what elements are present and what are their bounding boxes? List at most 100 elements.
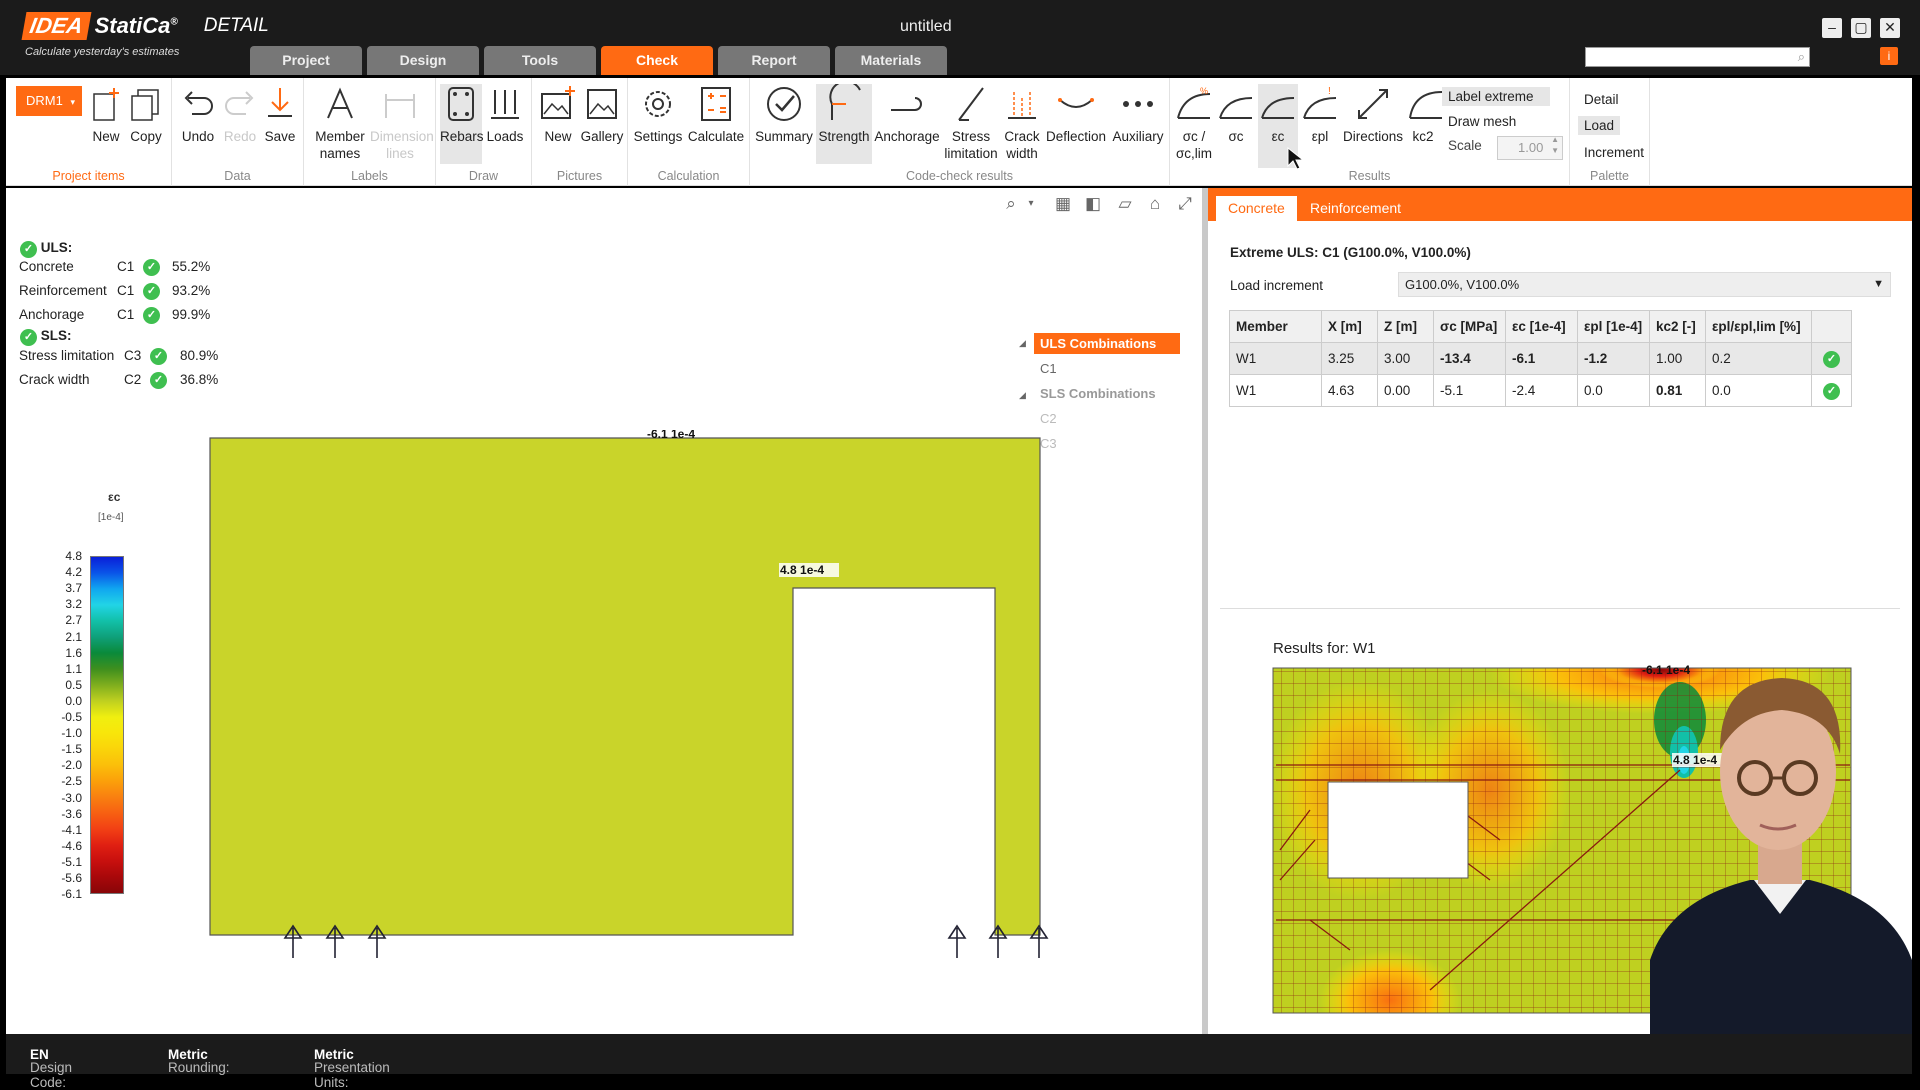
- legend-color-bar: [90, 556, 124, 894]
- col-eps-pl: εpl [1e-4]: [1577, 310, 1650, 343]
- table-row[interactable]: W1 4.63 0.00 -5.1 -2.4 0.0 0.81 0.0 ✓: [1229, 374, 1852, 407]
- group-label-code-check: Code-check results: [906, 169, 1013, 183]
- legend-tick: 0.5: [65, 677, 82, 692]
- maximize-button[interactable]: ▢: [1851, 18, 1871, 38]
- picture-icon: [541, 86, 575, 119]
- fullscreen-icon[interactable]: ⤢: [1174, 193, 1196, 215]
- status-design-code: Design Code: EN: [30, 1047, 73, 1090]
- ok-icon: ✓: [1823, 382, 1840, 400]
- close-button[interactable]: ✕: [1880, 18, 1900, 38]
- new-picture-button[interactable]: New: [538, 84, 578, 145]
- sc-ratio-button[interactable]: % σc / σc,lim: [1174, 84, 1214, 162]
- legend-tick: -2.5: [61, 774, 82, 789]
- crack-width-button[interactable]: Crack width: [1002, 84, 1042, 162]
- sc-ratio-icon: %: [1177, 86, 1211, 119]
- dimension-lines-button[interactable]: Dimension lines: [370, 84, 434, 162]
- tab-reinforcement[interactable]: Reinforcement: [1298, 196, 1413, 221]
- calculate-button[interactable]: Calculate: [686, 84, 746, 145]
- view-solid-icon[interactable]: ◧: [1082, 193, 1104, 215]
- presenter-video: [1650, 660, 1912, 1034]
- load-increment-select[interactable]: G100.0%, V100.0% ▼: [1398, 272, 1891, 297]
- svg-text:!: !: [1328, 86, 1331, 97]
- logo-name: StatiCa®: [94, 13, 178, 38]
- legend-tick: -5.6: [61, 871, 82, 885]
- col-sigma-c: σc [MPa]: [1433, 310, 1506, 343]
- undo-button[interactable]: Undo: [178, 84, 218, 145]
- collapse-icon[interactable]: ◢: [1019, 390, 1026, 401]
- tab-project[interactable]: Project: [250, 46, 362, 75]
- sc-icon: [1219, 97, 1253, 119]
- ok-icon: ✓: [150, 348, 167, 365]
- deflection-button[interactable]: Deflection: [1044, 84, 1108, 145]
- kc2-button[interactable]: kc2: [1406, 84, 1443, 145]
- label-extreme-toggle[interactable]: Label extreme: [1442, 87, 1550, 106]
- member-names-button[interactable]: Member names: [312, 84, 368, 162]
- rebars-icon: [448, 87, 474, 121]
- tab-design[interactable]: Design: [367, 46, 479, 75]
- legend-tick: 1.1: [65, 661, 82, 676]
- auxiliary-button[interactable]: Auxiliary: [1110, 84, 1166, 145]
- tree-c1[interactable]: C1: [1040, 361, 1057, 376]
- member-dropdown[interactable]: DRM1 ▾: [16, 86, 82, 116]
- epl-button[interactable]: ! εpl: [1300, 84, 1340, 145]
- logo-box: IDEA: [21, 12, 92, 40]
- loads-icon: [491, 90, 519, 119]
- sc-button[interactable]: σc: [1216, 84, 1256, 145]
- zoom-dropdown-icon[interactable]: ▾: [1020, 193, 1042, 215]
- group-data: Undo Redo Save Data: [172, 78, 304, 186]
- stress-icon: [958, 87, 984, 121]
- palette-load[interactable]: Load: [1578, 116, 1621, 135]
- legend-tick: -3.6: [61, 806, 82, 821]
- title-bar: IDEA StatiCa® DETAIL Calculate yesterday…: [0, 0, 1920, 75]
- scale-stepper[interactable]: 1.00 ▲ ▼: [1497, 135, 1563, 160]
- search-input[interactable]: ⌕: [1585, 47, 1810, 67]
- palette-detail[interactable]: Detail: [1578, 90, 1625, 109]
- settings-button[interactable]: Settings: [632, 84, 684, 145]
- tree-uls-combinations[interactable]: ULS Combinations: [1034, 333, 1180, 354]
- tree-c2[interactable]: C2: [1040, 411, 1057, 426]
- copy-button[interactable]: Copy: [126, 84, 166, 145]
- zoom-icon[interactable]: ⌕: [1000, 193, 1022, 215]
- legend-tick: 1.6: [65, 645, 82, 660]
- view-plane-icon[interactable]: ▱: [1114, 193, 1136, 215]
- tab-tools[interactable]: Tools: [484, 46, 596, 75]
- palette-increment[interactable]: Increment: [1578, 143, 1650, 162]
- summary-button[interactable]: Summary: [754, 84, 814, 145]
- ok-icon: ✓: [1823, 350, 1840, 368]
- new-button[interactable]: New: [86, 84, 126, 145]
- redo-button[interactable]: Redo: [220, 84, 260, 145]
- ok-icon: ✓: [20, 241, 37, 258]
- stress-limitation-button[interactable]: Stress limitation: [942, 84, 1000, 162]
- home-icon[interactable]: ⌂: [1144, 193, 1166, 215]
- tab-check[interactable]: Check: [601, 46, 713, 75]
- strength-button[interactable]: Strength: [816, 84, 872, 164]
- draw-mesh-toggle[interactable]: Draw mesh: [1442, 112, 1522, 131]
- anchorage-button[interactable]: Anchorage: [874, 84, 940, 145]
- save-button[interactable]: Save: [260, 84, 300, 145]
- svg-text:%: %: [1200, 86, 1208, 96]
- tab-report[interactable]: Report: [718, 46, 830, 75]
- rebars-button[interactable]: Rebars: [440, 84, 484, 164]
- collapse-icon[interactable]: ◢: [1019, 338, 1026, 349]
- legend-tick: 3.2: [65, 597, 82, 612]
- gallery-button[interactable]: Gallery: [580, 84, 624, 145]
- tab-concrete[interactable]: Concrete: [1216, 196, 1297, 221]
- results-table: Member X [m] Z [m] σc [MPa] εc [1e-4] εp…: [1229, 310, 1852, 407]
- copy-icon: [131, 89, 159, 121]
- ok-icon: ✓: [143, 259, 160, 276]
- tab-materials[interactable]: Materials: [835, 46, 947, 75]
- loads-button[interactable]: Loads: [484, 84, 526, 145]
- info-button[interactable]: i: [1880, 47, 1898, 65]
- calculator-icon: [701, 87, 731, 121]
- dimension-icon: [385, 94, 415, 118]
- directions-button[interactable]: Directions: [1342, 84, 1404, 145]
- view-3d-icon[interactable]: ▦: [1052, 193, 1074, 215]
- summary-check-icon: [767, 87, 801, 121]
- legend-tick: -5.1: [61, 854, 82, 869]
- group-label-data: Data: [224, 169, 251, 183]
- wall-model-contour[interactable]: -6.1 1e-4 4.8 1e-4: [205, 430, 1055, 990]
- table-row[interactable]: W1 3.25 3.00 -13.4 -6.1 -1.2 1.00 0.2 ✓: [1229, 342, 1852, 375]
- gear-icon: [645, 91, 671, 117]
- tree-sls-combinations[interactable]: SLS Combinations: [1040, 386, 1156, 401]
- minimize-button[interactable]: –: [1822, 18, 1842, 38]
